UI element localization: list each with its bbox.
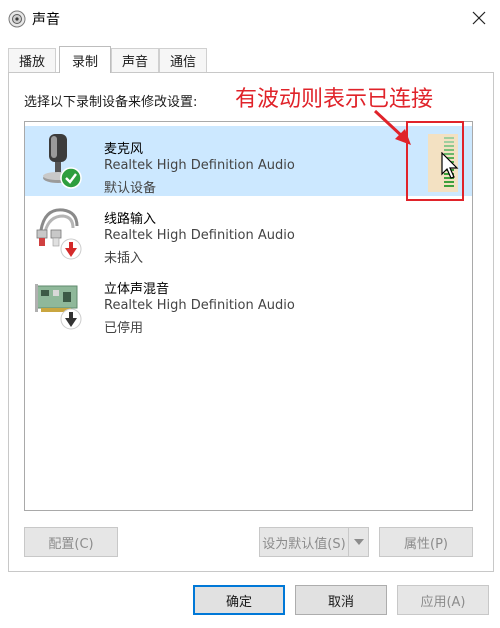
tab-communications[interactable]: 通信	[159, 48, 207, 72]
set-default-split-button[interactable]: 设为默认值(S)	[259, 527, 369, 557]
device-status: 未插入	[104, 251, 144, 266]
device-item-stereo-mix[interactable]: 立体声混音 Realtek High Definition Audio 已停用	[25, 266, 472, 336]
window-title: 声音	[32, 12, 60, 28]
chevron-down-icon	[353, 539, 364, 545]
mouse-cursor-icon	[441, 152, 459, 179]
annotation-arrow-icon	[373, 109, 411, 145]
device-driver: Realtek High Definition Audio	[104, 298, 295, 313]
line-in-cable-icon	[36, 208, 82, 260]
title-bar: 声音	[0, 0, 500, 36]
tab-sounds[interactable]: 声音	[111, 48, 159, 72]
tab-playback[interactable]: 播放	[8, 48, 56, 72]
ok-button[interactable]: 确定	[193, 585, 285, 615]
close-button[interactable]	[458, 0, 500, 36]
close-icon	[472, 11, 486, 25]
set-default-button[interactable]: 设为默认值(S)	[259, 527, 349, 557]
device-list[interactable]: 麦克风 Realtek High Definition Audio 默认设备 线…	[24, 121, 473, 511]
configure-button[interactable]: 配置(C)	[24, 527, 118, 557]
device-item-line-in[interactable]: 线路输入 Realtek High Definition Audio 未插入	[25, 196, 472, 266]
device-status: 默认设备	[104, 181, 157, 196]
device-driver: Realtek High Definition Audio	[104, 228, 295, 243]
instructions-text: 选择以下录制设备来修改设置:	[24, 95, 198, 110]
device-driver: Realtek High Definition Audio	[104, 158, 295, 173]
device-status: 已停用	[104, 321, 144, 336]
tab-recording[interactable]: 录制	[59, 46, 111, 73]
speaker-icon	[8, 10, 26, 28]
microphone-icon	[43, 134, 82, 189]
device-name: 线路输入	[104, 212, 157, 227]
sound-card-icon	[35, 284, 82, 330]
set-default-dropdown[interactable]	[349, 527, 369, 557]
cancel-button[interactable]: 取消	[295, 585, 387, 615]
device-name: 麦克风	[104, 142, 144, 157]
device-name: 立体声混音	[104, 282, 170, 297]
apply-button[interactable]: 应用(A)	[397, 585, 489, 615]
recording-panel: 选择以下录制设备来修改设置: 有波动则表示已连接 麦克风 Realtek Hig…	[8, 72, 494, 572]
properties-button[interactable]: 属性(P)	[379, 527, 473, 557]
check-badge-icon	[60, 167, 82, 189]
